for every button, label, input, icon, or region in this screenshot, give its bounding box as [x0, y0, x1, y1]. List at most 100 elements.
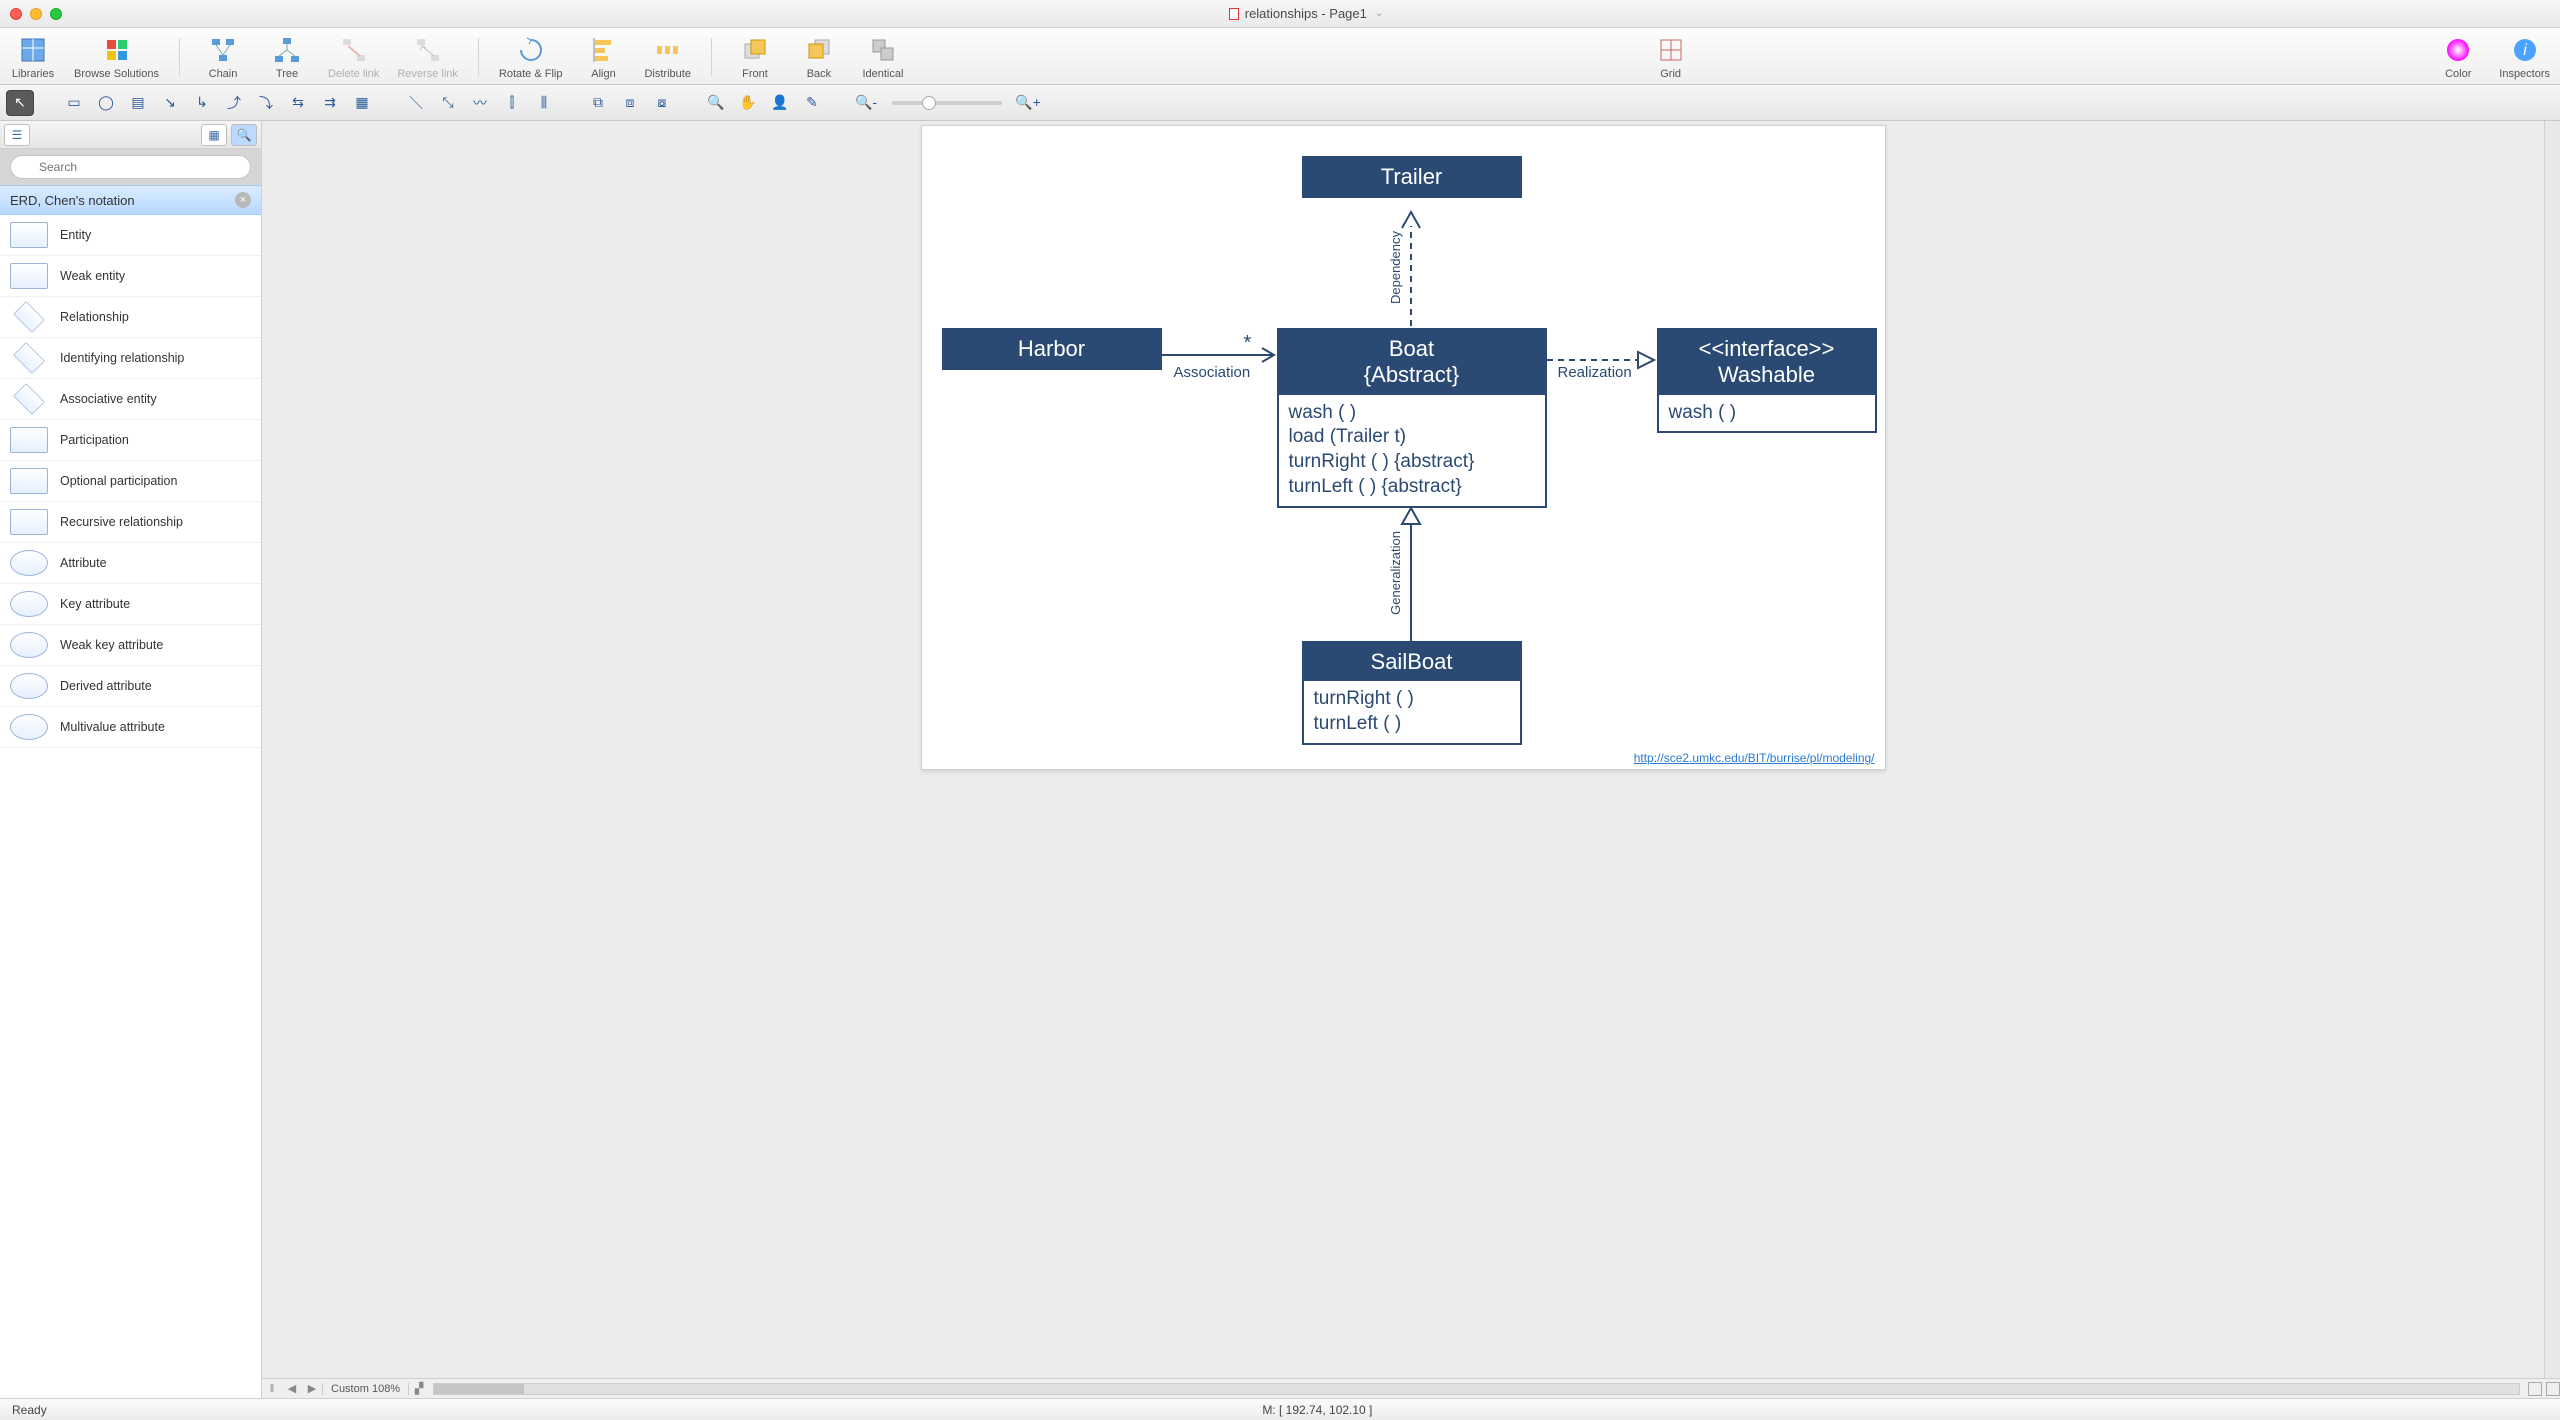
uml-class-sailboat[interactable]: SailBoat turnRight ( )turnLeft ( ) — [1302, 641, 1522, 745]
shape-item[interactable]: Weak entity — [0, 256, 261, 297]
toolbar-delete-link-button: Delete link — [328, 34, 379, 80]
connector5-button[interactable]: ⇆ — [284, 90, 312, 116]
next-page-button[interactable]: ▶ — [302, 1382, 322, 1395]
view-mode-1-icon[interactable] — [2528, 1382, 2542, 1396]
connector2-button[interactable]: ↳ — [188, 90, 216, 116]
shape-thumb-icon — [10, 550, 48, 576]
uml-class-harbor[interactable]: Harbor — [942, 328, 1162, 370]
rect-tool-button[interactable]: ▭ — [60, 90, 88, 116]
shape-item[interactable]: Derived attribute — [0, 666, 261, 707]
label-association: Association — [1174, 364, 1251, 381]
line3-button[interactable]: 〰 — [466, 90, 494, 116]
shape-item[interactable]: Optional participation — [0, 461, 261, 502]
shape-item[interactable]: Key attribute — [0, 584, 261, 625]
connector1-button[interactable]: ↘ — [156, 90, 184, 116]
uml-header: SailBoat — [1304, 643, 1520, 681]
toolbar-label: Delete link — [328, 68, 379, 80]
minimize-window-icon[interactable] — [30, 8, 42, 20]
magnify-button[interactable]: 🔍 — [702, 90, 730, 116]
libraries-icon — [17, 34, 49, 66]
front-icon — [739, 34, 771, 66]
toolbar-distribute-button[interactable]: Distribute — [644, 34, 690, 80]
ellipse-tool-button[interactable]: ◯ — [92, 90, 120, 116]
shape-item[interactable]: Recursive relationship — [0, 502, 261, 543]
canvas-page[interactable]: Trailer Harbor Boat {Abstract} — [921, 125, 1886, 770]
label-generalization: Generalization — [1388, 531, 1403, 615]
search-input[interactable] — [10, 155, 251, 179]
footer-link[interactable]: http://sce2.umkc.edu/BIT/burrise/pl/mode… — [1634, 751, 1875, 765]
shape-label: Weak key attribute — [60, 638, 163, 652]
identical-icon — [867, 34, 899, 66]
line2-button[interactable]: ⤡ — [434, 90, 462, 116]
label-realization: Realization — [1558, 364, 1632, 381]
uml-header: Harbor — [944, 330, 1160, 368]
pointer-tool-button[interactable]: ↖ — [6, 90, 34, 116]
shape-item[interactable]: Attribute — [0, 543, 261, 584]
toolbar-libraries-button[interactable]: Libraries — [10, 34, 56, 80]
eyedropper-button[interactable]: ✎ — [798, 90, 826, 116]
shape-thumb-icon — [10, 468, 48, 494]
connector3-button[interactable]: ⤴ — [220, 90, 248, 116]
line5-button[interactable]: ⫼ — [530, 90, 558, 116]
toolbar-identical-button[interactable]: Identical — [860, 34, 906, 80]
shape-item[interactable]: Multivalue attribute — [0, 707, 261, 748]
close-window-icon[interactable] — [10, 8, 22, 20]
sidebar-tab-outline[interactable]: ☰ — [4, 124, 30, 146]
toolbar-front-button[interactable]: Front — [732, 34, 778, 80]
uml-class-trailer[interactable]: Trailer — [1302, 156, 1522, 198]
align-icon — [587, 34, 619, 66]
line1-button[interactable]: ＼ — [402, 90, 430, 116]
horizontal-scrollbar[interactable] — [433, 1383, 2520, 1395]
toolbar-color-button[interactable]: Color — [2435, 34, 2481, 80]
title-dropdown-icon[interactable]: ⌄ — [1375, 8, 1383, 19]
shape-item[interactable]: Entity — [0, 215, 261, 256]
zoom-stepper-icon[interactable]: ▞ — [409, 1382, 429, 1395]
shape-thumb-icon — [13, 301, 45, 333]
view-mode-2-icon[interactable] — [2546, 1382, 2560, 1396]
line4-button[interactable]: ⫿ — [498, 90, 526, 116]
library-header[interactable]: ERD, Chen's notation × — [0, 185, 261, 215]
stamp-button[interactable]: 👤 — [766, 90, 794, 116]
uml-class-boat[interactable]: Boat {Abstract} wash ( )load (Trailer t)… — [1277, 328, 1547, 508]
shape-item[interactable]: Identifying relationship — [0, 338, 261, 379]
sidebar-tab-search[interactable]: 🔍 — [231, 124, 257, 146]
zoom-window-icon[interactable] — [50, 8, 62, 20]
shape-item[interactable]: Weak key attribute — [0, 625, 261, 666]
uml-header: Trailer — [1304, 158, 1520, 196]
shape-item[interactable]: Associative entity — [0, 379, 261, 420]
zoom-slider[interactable] — [892, 101, 1002, 105]
canvas-scroll[interactable]: Trailer Harbor Boat {Abstract} — [262, 121, 2544, 1378]
prev-page-button[interactable]: ◀ — [282, 1382, 302, 1395]
connector6-button[interactable]: ⇉ — [316, 90, 344, 116]
crop2-button[interactable]: ⧈ — [616, 90, 644, 116]
toolbar-label: Reverse link — [397, 68, 458, 80]
toolbar-chain-button[interactable]: Chain — [200, 34, 246, 80]
toolbar-tree-button[interactable]: Tree — [264, 34, 310, 80]
toolbar-grid-button[interactable]: Grid — [1648, 34, 1694, 80]
toolbar-rotate-flip-button[interactable]: Rotate & Flip — [499, 34, 563, 80]
pause-icon[interactable]: ‖ — [262, 1383, 282, 1395]
library-close-icon[interactable]: × — [235, 192, 251, 208]
inspectors-icon: i — [2509, 34, 2541, 66]
text-tool-button[interactable]: ▤ — [124, 90, 152, 116]
zoom-out-button[interactable]: 🔍- — [852, 90, 880, 116]
connector4-button[interactable]: ⤵ — [252, 90, 280, 116]
toolbar-browse-button[interactable]: Browse Solutions — [74, 34, 159, 80]
shape-item[interactable]: Participation — [0, 420, 261, 461]
zoom-value[interactable]: Custom 108% — [322, 1383, 409, 1395]
shape-thumb-icon — [10, 263, 48, 289]
toolbar-back-button[interactable]: Back — [796, 34, 842, 80]
uml-interface-washable[interactable]: <<interface>> Washable wash ( ) — [1657, 328, 1877, 433]
vertical-scrollbar[interactable] — [2544, 121, 2560, 1378]
toolbar-label: Back — [807, 68, 831, 80]
shape-item[interactable]: Relationship — [0, 297, 261, 338]
crop3-button[interactable]: ⧇ — [648, 90, 676, 116]
sidebar-tab-grid[interactable]: ▦ — [201, 124, 227, 146]
zoom-in-button[interactable]: 🔍+ — [1014, 90, 1042, 116]
toolbar-align-button[interactable]: Align — [580, 34, 626, 80]
rotate-flip-icon — [515, 34, 547, 66]
toolbar-inspectors-button[interactable]: iInspectors — [2499, 34, 2550, 80]
pan-button[interactable]: ✋ — [734, 90, 762, 116]
crop1-button[interactable]: ⧉ — [584, 90, 612, 116]
connector7-button[interactable]: ▦ — [348, 90, 376, 116]
